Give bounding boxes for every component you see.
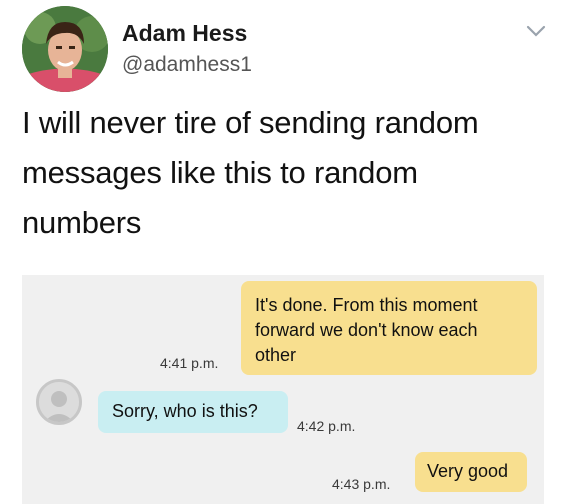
sent-message-bubble: Very good (415, 452, 527, 492)
chevron-down-icon[interactable] (526, 24, 546, 38)
sent-message-bubble: It's done. From this moment forward we d… (241, 281, 537, 375)
author-avatar[interactable] (22, 6, 108, 92)
author-avatar-image (22, 6, 108, 92)
message-timestamp: 4:42 p.m. (297, 418, 356, 434)
message-line: other (255, 345, 297, 365)
message-line: forward we don't know each (255, 320, 478, 340)
contact-avatar-image (39, 382, 79, 422)
chat-screenshot: It's done. From this moment forward we d… (22, 275, 544, 504)
message-line: Very good (427, 461, 509, 481)
message-timestamp: 4:41 p.m. (160, 355, 219, 371)
tweet-header: Adam Hess @adamhess1 (22, 6, 552, 92)
tweet-text-line: numbers (22, 205, 142, 240)
tweet-text: I will never tire of sending random mess… (22, 98, 547, 248)
message-timestamp: 4:43 p.m. (332, 476, 391, 492)
author-handle[interactable]: @adamhess1 (122, 53, 252, 77)
message-line: Sorry, who is this? (112, 401, 258, 421)
received-message-bubble: Sorry, who is this? (98, 391, 288, 433)
author-name[interactable]: Adam Hess (122, 20, 247, 47)
contact-avatar (36, 379, 82, 425)
message-line: It's done. From this moment (255, 295, 478, 315)
tweet-text-line: messages like this to random (22, 155, 418, 190)
tweet-text-line: I will never tire of sending random (22, 105, 479, 140)
